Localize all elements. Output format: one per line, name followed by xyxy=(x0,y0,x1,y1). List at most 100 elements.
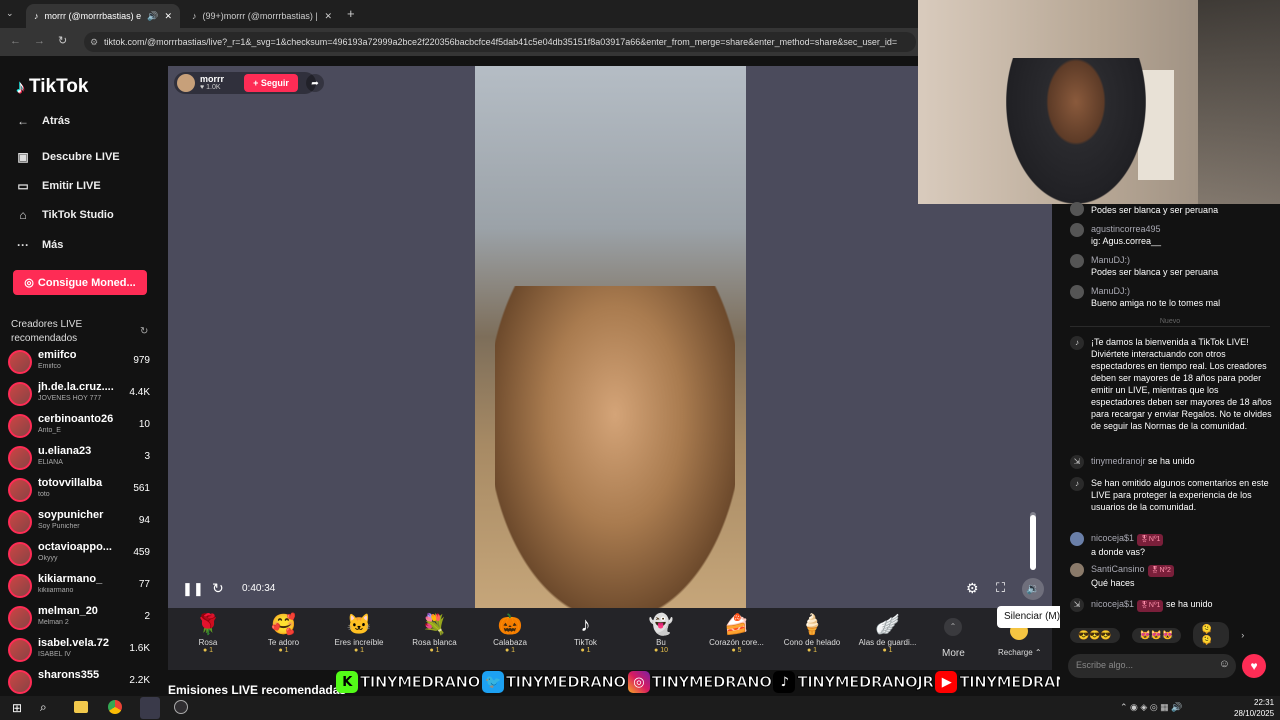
gift-item[interactable]: 🌹 Rosa ● 1 xyxy=(172,612,244,654)
creator-item[interactable]: jh.de.la.cruz.... JÓVENES HOY 777 4.4K xyxy=(8,378,152,408)
host-info[interactable]: morrr ♥ 1.0K + Seguir xyxy=(174,72,316,94)
gift-heart-button[interactable]: ♥ xyxy=(1242,654,1266,678)
system-tray[interactable]: ⌃ ◉ ◈ ◎ ▦ 🔊 xyxy=(1120,702,1182,713)
refresh-stream-icon[interactable]: ↻ xyxy=(212,580,224,597)
creator-item[interactable]: cerbinoanto26 Anto_E 10 xyxy=(8,410,152,440)
host-name: morrr xyxy=(200,74,225,84)
creator-name: jh.de.la.cruz.... xyxy=(38,381,114,393)
avatar xyxy=(8,414,32,438)
gift-name: Rosa blanca xyxy=(412,638,457,647)
close-icon[interactable]: ✕ xyxy=(164,11,172,22)
settings-icon[interactable]: ⚙ xyxy=(966,580,979,597)
tiktok-note-icon: ♪ xyxy=(773,671,796,693)
reload-icon[interactable]: ↻ xyxy=(58,34,67,47)
chrome-icon[interactable] xyxy=(108,700,122,714)
gift-item[interactable]: 🎃 Calabaza ● 1 xyxy=(474,612,546,654)
viewer-count: 979 xyxy=(133,355,150,366)
file-explorer-icon[interactable] xyxy=(74,701,88,713)
webcam-person xyxy=(1006,58,1146,204)
creator-item[interactable]: emiifco Emiifco 979 xyxy=(8,346,152,376)
creator-name: totovvillalba xyxy=(38,477,103,489)
close-icon[interactable]: ✕ xyxy=(324,11,332,22)
gift-name: Cono de helado xyxy=(783,638,841,647)
gift-icon: ♪ xyxy=(580,614,591,636)
gift-item[interactable]: 🐱 Eres increíble ● 1 xyxy=(323,612,395,654)
volume-fill xyxy=(1030,514,1036,570)
app-icon[interactable] xyxy=(140,697,160,719)
gift-name: Te adoro xyxy=(267,638,300,647)
creator-item[interactable]: soypunicher Soy Punicher 94 xyxy=(8,506,152,536)
quick-emoji[interactable]: 🫠🫠 xyxy=(1193,622,1230,648)
new-tab-button[interactable]: + xyxy=(347,6,355,21)
gift-scroll-up-icon[interactable]: ⌃ xyxy=(944,618,962,636)
creator-item[interactable]: kikiarmano_ kikiiarmano 77 xyxy=(8,570,152,600)
viewer-count: 2.2K xyxy=(129,675,150,686)
instagram-icon: ◎ xyxy=(627,671,650,693)
more-gifts-button[interactable]: More xyxy=(942,648,965,659)
avatar xyxy=(8,638,32,662)
follow-button[interactable]: + Seguir xyxy=(244,74,298,92)
gift-item[interactable]: 🍰 Corazón core... ● 5 xyxy=(701,612,773,654)
tiktok-note-icon: ♪ xyxy=(16,76,25,97)
get-coins-button[interactable]: ◎ Consigue Moned... xyxy=(13,270,147,295)
gift-item[interactable]: 🪽 Alas de guardi... ● 1 xyxy=(852,612,924,654)
volume-slider[interactable] xyxy=(1030,512,1036,570)
avatar xyxy=(8,478,32,502)
emoji-icon[interactable]: ☺ xyxy=(1219,658,1230,670)
avatar xyxy=(1070,532,1084,546)
tab-morrr-live[interactable]: ♪ morrr (@morrrbastias) está 🔊 ✕ xyxy=(26,4,180,28)
tab-list-button[interactable]: ⌄ xyxy=(6,8,14,19)
kick-logo-icon: K xyxy=(336,671,358,693)
avatar xyxy=(8,606,32,630)
webcam-overlay xyxy=(918,0,1280,204)
gift-item[interactable]: 💐 Rosa blanca ● 1 xyxy=(399,612,471,654)
creator-item[interactable]: u.eliana23 ELIANA 3 xyxy=(8,442,152,472)
quick-emoji[interactable]: 😎😎😎 xyxy=(1070,627,1120,643)
chevron-right-icon[interactable]: › xyxy=(1241,630,1244,640)
live-video[interactable] xyxy=(475,66,746,608)
nav-go-live[interactable]: ▭ Emitir LIVE xyxy=(16,179,100,193)
back-icon[interactable]: ← xyxy=(10,35,21,47)
chat-input[interactable]: Escribe algo... ☺ xyxy=(1068,654,1236,678)
gift-item[interactable]: 👻 Bu ● 10 xyxy=(625,612,697,654)
quick-emoji[interactable]: 😻😻😻 xyxy=(1131,627,1182,643)
fullscreen-icon[interactable]: ⛶ xyxy=(996,580,1005,596)
nav-discover-live[interactable]: ▣ Descubre LIVE xyxy=(16,150,119,164)
rank-badge: 🎖Nº2 xyxy=(1147,565,1174,577)
avatar xyxy=(1070,254,1084,268)
avatar xyxy=(8,510,32,534)
avatar xyxy=(1070,223,1084,237)
avatar xyxy=(1070,202,1084,216)
tab-morrr-profile[interactable]: ♪ (99+)morrr (@morrrbastias) | T ✕ xyxy=(184,4,340,28)
pause-icon[interactable]: ❚❚ xyxy=(182,581,204,597)
creator-item[interactable]: totovvillalba toto 561 xyxy=(8,474,152,504)
gift-icon: 🎃 xyxy=(497,614,523,636)
clock[interactable]: 22:31 28/10/2025 xyxy=(1234,697,1274,719)
gift-item[interactable]: ♪ TikTok ● 1 xyxy=(550,612,622,654)
share-icon[interactable]: ➦ xyxy=(306,74,324,92)
creator-item[interactable]: isabel.vela.72 ISABEL IV 1.6K xyxy=(8,634,152,664)
nav-tiktok-studio[interactable]: ⌂ TikTok Studio xyxy=(16,208,113,222)
refresh-icon[interactable]: ↻ xyxy=(140,326,148,337)
site-info-icon[interactable]: ⚙ xyxy=(90,32,98,52)
forward-icon[interactable]: → xyxy=(34,35,45,47)
search-icon[interactable]: ⌕ xyxy=(40,700,47,715)
back-link[interactable]: ← Atrás xyxy=(16,114,70,128)
windows-start-icon[interactable]: ⊞ xyxy=(12,701,22,715)
url-bar[interactable]: ⚙ tiktok.com/@morrrbastias/live?_r=1&_sv… xyxy=(84,32,916,52)
obs-icon[interactable] xyxy=(174,700,188,714)
creator-item[interactable]: sharons355 2.2K xyxy=(8,666,152,696)
host-likes: ♥ 1.0K xyxy=(200,84,221,91)
gift-item[interactable]: 🥰 Te adoro ● 1 xyxy=(248,612,320,654)
gift-price: ● 1 xyxy=(504,647,516,654)
gift-item[interactable]: 🍦 Cono de helado ● 1 xyxy=(776,612,848,654)
volume-icon[interactable]: 🔉 xyxy=(1022,578,1044,600)
creator-item[interactable]: octavioappo... Okyyy 459 xyxy=(8,538,152,568)
avatar xyxy=(8,574,32,598)
tiktok-logo[interactable]: ♪ TikTok xyxy=(16,76,88,98)
creator-name: cerbinoanto26 xyxy=(38,413,114,425)
elapsed-time: 0:40:34 xyxy=(242,583,276,594)
nav-more[interactable]: ··· Más xyxy=(16,238,63,252)
creator-item[interactable]: melman_20 Melman 2 2 xyxy=(8,602,152,632)
video-camera-icon: ▭ xyxy=(17,179,29,193)
